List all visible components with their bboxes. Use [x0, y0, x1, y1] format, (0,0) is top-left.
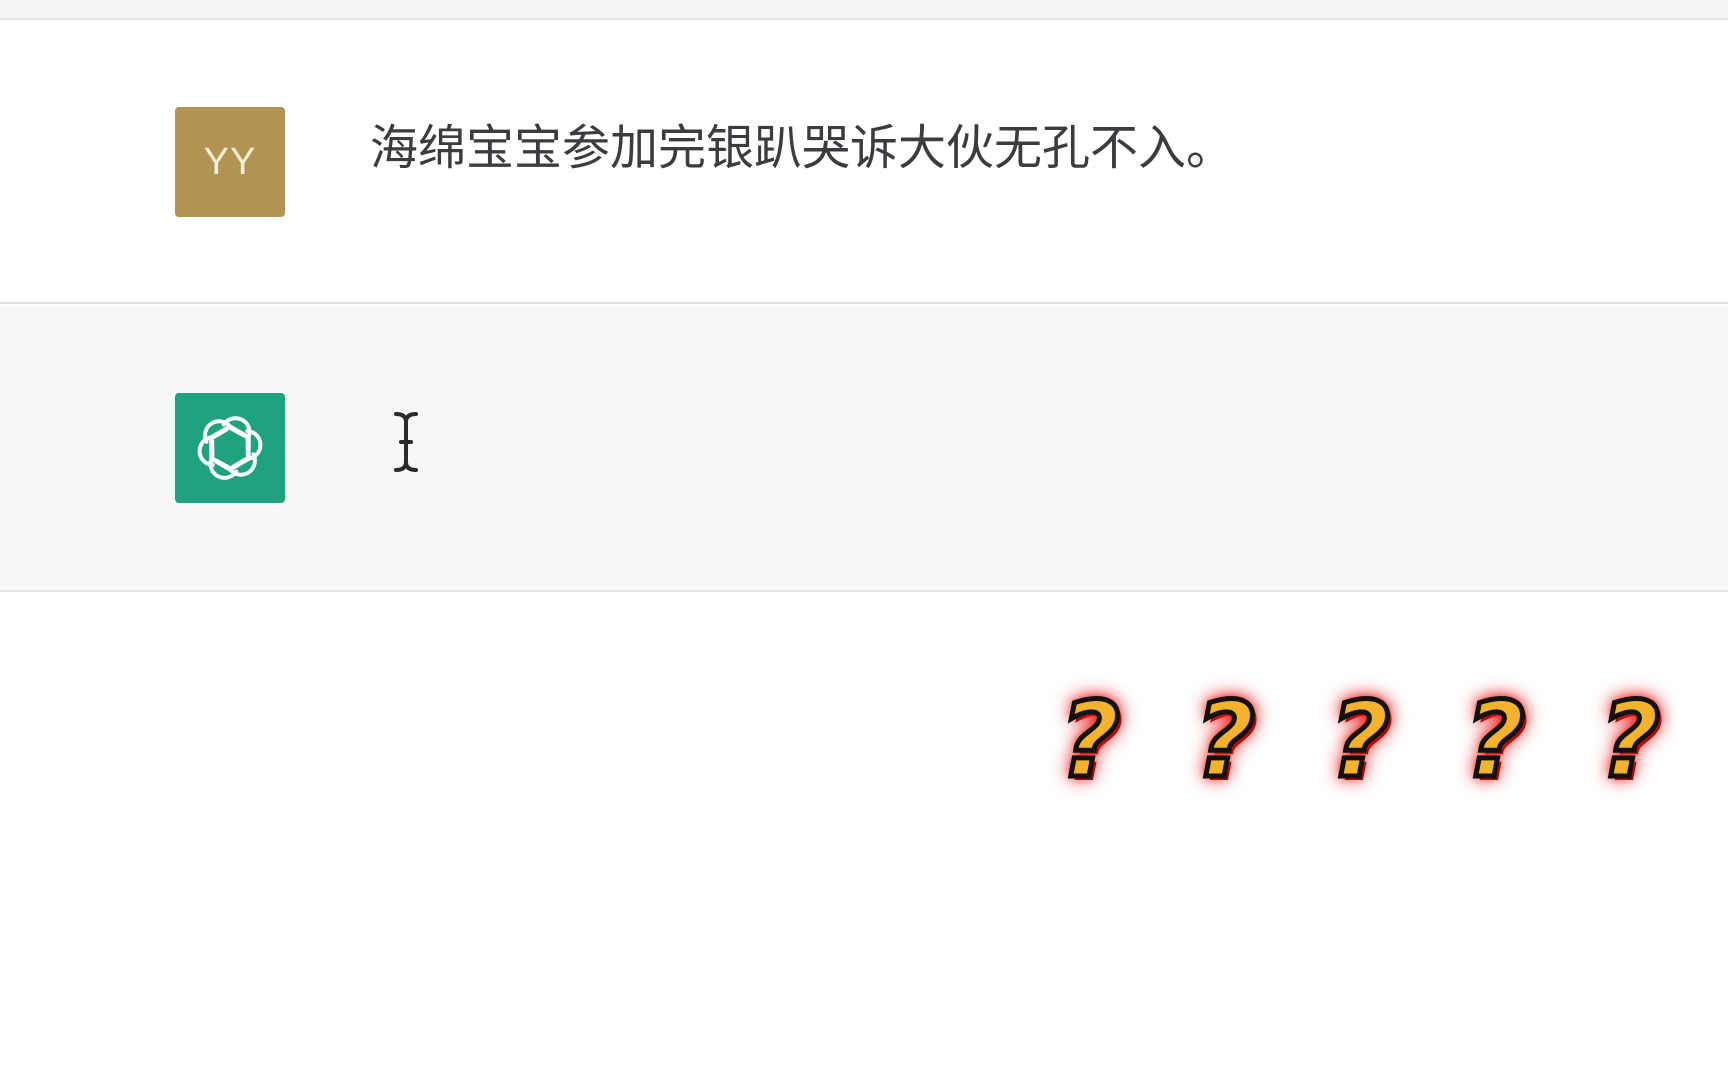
question-mark: ?: [1057, 679, 1122, 801]
user-avatar: YY: [175, 107, 285, 217]
user-message-row: YY 海绵宝宝参加完银趴哭诉大伙无孔不入。: [0, 20, 1728, 304]
assistant-message-row: [0, 306, 1728, 592]
text-cursor-icon: [394, 412, 418, 472]
question-mark: ?: [1327, 679, 1392, 801]
reaction-question-marks: ? ? ? ? ?: [1040, 680, 1680, 800]
user-message-text: 海绵宝宝参加完银趴哭诉大伙无孔不入。: [370, 120, 1235, 176]
question-mark: ?: [1597, 679, 1662, 801]
chat-page: YY 海绵宝宝参加完银趴哭诉大伙无孔不入。 ? ? ? ? ?: [0, 0, 1728, 1080]
openai-logo-icon: [197, 416, 263, 480]
question-mark: ?: [1192, 679, 1257, 801]
question-mark: ?: [1462, 679, 1527, 801]
assistant-avatar: [175, 393, 285, 503]
top-divider: [0, 0, 1728, 20]
